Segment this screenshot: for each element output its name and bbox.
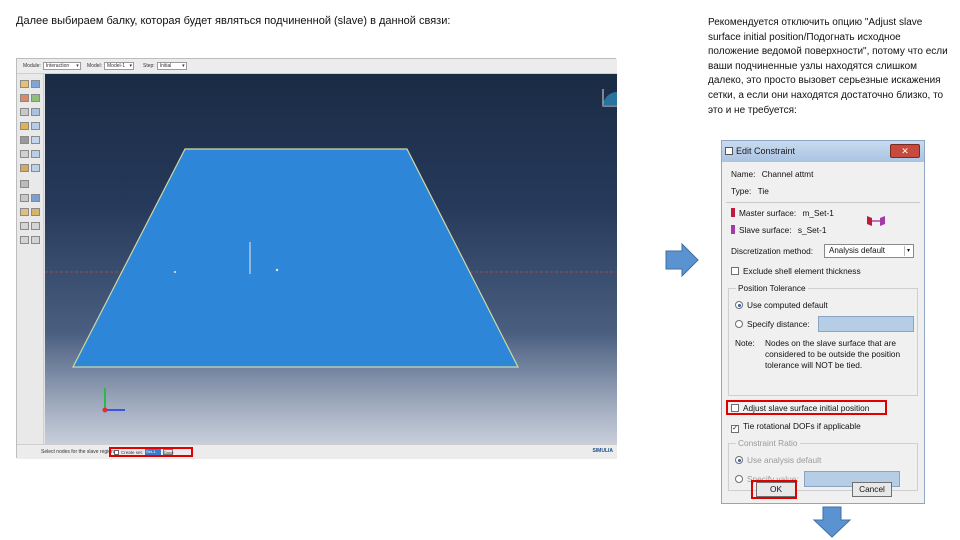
slave-surface-icon <box>731 225 735 234</box>
dialog-titlebar[interactable]: Edit Constraint ✕ <box>722 141 924 162</box>
arrow-right-icon <box>665 242 699 278</box>
note-text: Nodes on the slave surface that are cons… <box>765 338 901 370</box>
special-icon[interactable] <box>20 208 29 216</box>
position-tolerance-label: Position Tolerance <box>736 283 808 293</box>
query-icon[interactable] <box>20 180 29 188</box>
toolbox <box>17 74 44 444</box>
dialog-title: Edit Constraint <box>736 146 796 156</box>
use-computed-default-radio[interactable] <box>735 301 743 309</box>
divider <box>726 202 920 203</box>
create-constraint-icon[interactable] <box>20 122 29 130</box>
tools-icon[interactable] <box>31 208 40 216</box>
type-row: Type: Tie <box>731 186 769 196</box>
constraint-manager-icon[interactable] <box>31 122 40 130</box>
contact-manager-icon[interactable] <box>31 108 40 116</box>
chevron-down-icon: ▾ <box>182 63 185 69</box>
model-selector[interactable]: Model: Model-1 ▾ <box>87 62 135 70</box>
wire-manager-icon[interactable] <box>31 150 40 158</box>
use-analysis-default-radio[interactable] <box>735 456 743 464</box>
viewport[interactable] <box>45 74 617 444</box>
abaqus-window: Module: Interaction ▾ Model: Model-1 ▾ Ste… <box>16 58 617 459</box>
view-triad-icon <box>102 388 125 413</box>
connector-section-icon[interactable] <box>20 136 29 144</box>
master-surface-value: m_Set-1 <box>802 208 834 218</box>
create-property-icon[interactable] <box>20 94 29 102</box>
tie-rotational-checkbox[interactable]: ✓ <box>731 425 739 433</box>
reference-point-icon[interactable] <box>20 236 29 244</box>
window-icon <box>725 147 733 155</box>
specify-distance-radio[interactable] <box>735 320 743 328</box>
wire-feature-icon[interactable] <box>20 150 29 158</box>
use-analysis-default-option[interactable]: Use analysis default <box>735 455 821 465</box>
axis-icon[interactable] <box>31 222 40 230</box>
edit-constraint-dialog: Edit Constraint ✕ Name: Channel attmt Ty… <box>721 140 925 504</box>
create-fastener-icon[interactable] <box>20 164 29 172</box>
arrow-down-icon <box>812 506 852 538</box>
discretization-label: Discretization method: <box>731 246 814 256</box>
module-select[interactable]: Interaction ▾ <box>42 62 81 70</box>
interaction-manager-icon[interactable] <box>31 80 40 88</box>
note-label: Note: <box>735 338 755 348</box>
create-interaction-icon[interactable] <box>20 80 29 88</box>
master-surface-icon <box>731 208 735 217</box>
constraint-ratio-label: Constraint Ratio <box>736 438 800 448</box>
chevron-down-icon: ▾ <box>904 246 912 256</box>
done-button[interactable]: Done <box>163 449 174 455</box>
adjust-slave-highlight <box>726 400 887 415</box>
property-manager-icon[interactable] <box>31 94 40 102</box>
close-button[interactable]: ✕ <box>890 144 920 158</box>
create-set-checkbox[interactable] <box>114 449 119 455</box>
context-bar: Module: Interaction ▾ Model: Model-1 ▾ Ste… <box>17 59 617 74</box>
fastener-manager-icon[interactable] <box>31 164 40 172</box>
connector-manager-icon[interactable] <box>31 136 40 144</box>
csys-icon[interactable] <box>20 222 29 230</box>
display-group-icon[interactable] <box>31 236 40 244</box>
slave-surface-row[interactable]: Slave surface: s_Set-1 <box>731 225 826 235</box>
caption-right: Рекомендуется отключить опцию "Adjust sl… <box>708 17 948 116</box>
step-selector[interactable]: Step: Initial ▾ <box>143 62 187 70</box>
switch-surfaces-icon[interactable] <box>866 214 886 228</box>
chevron-down-icon: ▾ <box>76 63 79 69</box>
caption-left: Далее выбираем балку, которая будет явля… <box>16 15 451 27</box>
tie-rotational-option[interactable]: ✓ Tie rotational DOFs if applicable <box>731 421 861 433</box>
chevron-down-icon: ▾ <box>129 63 133 69</box>
create-set-option[interactable]: Create set: Set-1 Done <box>109 447 193 457</box>
simulia-logo: SIMULIA <box>592 448 613 454</box>
discretization-select[interactable]: Analysis default ▾ <box>824 244 914 258</box>
specify-value-radio[interactable] <box>735 475 743 483</box>
plate-part <box>72 148 519 368</box>
partition-icon[interactable] <box>31 194 40 202</box>
ok-highlight <box>751 480 797 499</box>
module-selector[interactable]: Module: Interaction ▾ <box>23 62 81 70</box>
master-surface-row[interactable]: Master surface: m_Set-1 <box>731 208 834 218</box>
exclude-shell-checkbox[interactable] <box>731 267 739 275</box>
datum-icon[interactable] <box>20 194 29 202</box>
exclude-shell-option[interactable]: Exclude shell element thickness <box>731 266 861 276</box>
use-computed-default-option[interactable]: Use computed default <box>735 300 828 310</box>
step-select[interactable]: Initial ▾ <box>156 62 187 70</box>
set-name-field[interactable]: Set-1 <box>145 449 162 455</box>
contact-controls-icon[interactable] <box>20 108 29 116</box>
cancel-button[interactable]: Cancel <box>852 482 892 497</box>
constraint-name: Channel attmt <box>761 169 814 179</box>
prompt-area: Select nodes for the slave region Create… <box>17 444 617 459</box>
constraint-type: Tie <box>757 186 769 196</box>
slave-surface-value: s_Set-1 <box>797 225 827 235</box>
model-select[interactable]: Model-1 ▾ <box>104 62 135 70</box>
specify-distance-option[interactable]: Specify distance: <box>735 319 810 329</box>
name-row: Name: Channel attmt <box>731 169 814 179</box>
distance-input[interactable] <box>818 316 914 332</box>
orientation-icon <box>602 89 617 107</box>
prompt-text: Select nodes for the slave region <box>41 449 114 455</box>
